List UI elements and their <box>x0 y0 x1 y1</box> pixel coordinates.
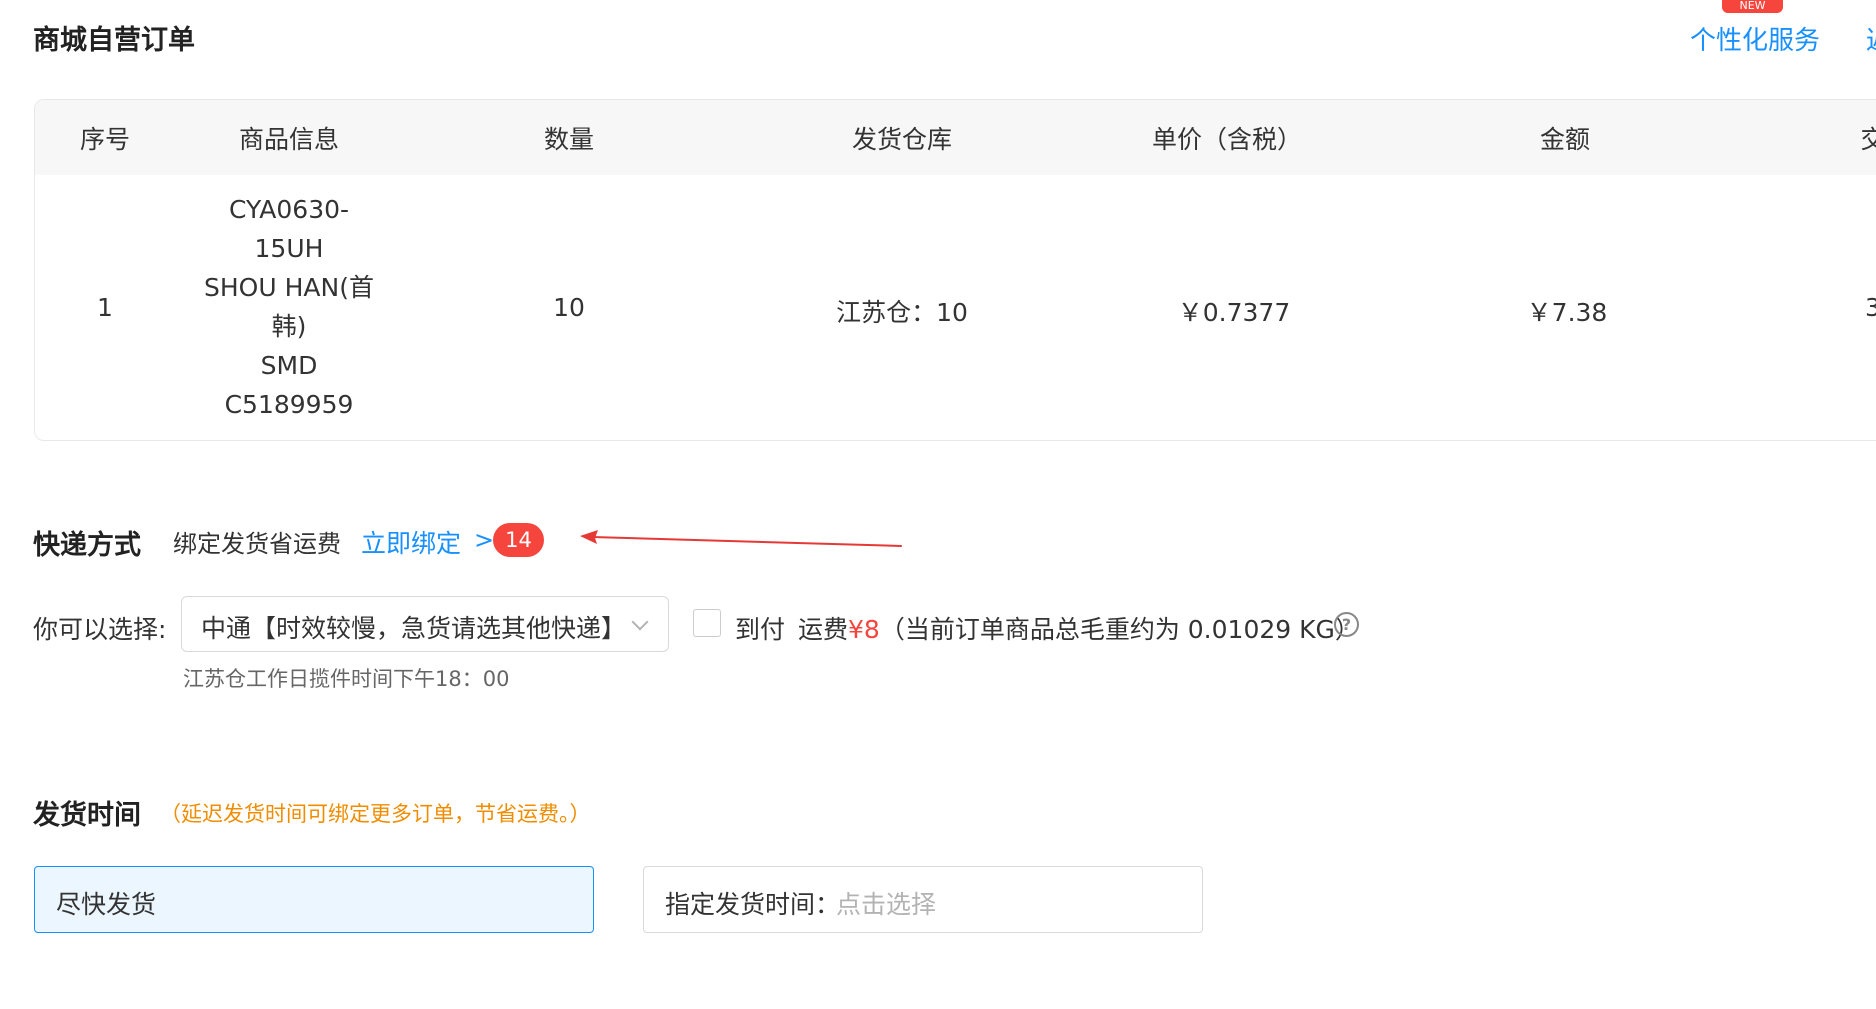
ship-appoint-option[interactable]: 指定发货时间： 点击选择 <box>643 866 1203 933</box>
chevron-down-icon <box>631 613 649 631</box>
table-header: 序号 商品信息 数量 发货仓库 单价（含税） 金额 交 <box>35 100 1876 175</box>
ship-time-section-title: 发货时间 <box>33 800 141 831</box>
bind-now-link[interactable]: 立即绑定 <box>361 524 461 560</box>
courier-select[interactable]: 中通【时效较慢，急货请选其他快递】 <box>181 596 669 652</box>
pickup-time-note: 江苏仓工作日揽件时间下午18：00 <box>183 667 510 691</box>
column-header-index: 序号 <box>79 125 131 154</box>
product-line: 15UH <box>254 234 324 263</box>
cod-checkbox[interactable] <box>693 609 721 637</box>
cell-warehouse: 江苏仓：10 <box>836 298 968 327</box>
column-header-quantity: 数量 <box>543 125 595 154</box>
column-header-cut-off: 交 <box>1860 120 1876 156</box>
cell-unit-price: ￥0.7377 <box>1177 298 1291 327</box>
column-header-warehouse: 发货仓库 <box>851 125 953 154</box>
cell-quantity: 10 <box>553 293 585 322</box>
weight-note: （当前订单商品总毛重约为 0.01029 KG） <box>879 615 1360 644</box>
annotation-arrow <box>580 530 902 547</box>
bind-shipping-text: 绑定发货省运费 <box>173 530 341 558</box>
header-link-cut-off[interactable]: 返 <box>1866 20 1876 57</box>
ship-time-hint: （延迟发货时间可绑定更多订单，节省运费。） <box>160 802 591 826</box>
cell-cut-off: 3 <box>1865 293 1876 322</box>
cell-index: 1 <box>97 293 113 322</box>
product-line: SMD <box>260 351 318 380</box>
column-header-unit-price: 单价（含税） <box>1151 125 1303 154</box>
page-title: 商城自营订单 <box>33 25 195 56</box>
cell-amount: ￥7.38 <box>1526 298 1608 327</box>
help-icon[interactable]: ? <box>1334 612 1359 637</box>
ship-appoint-label: 指定发货时间： <box>665 890 841 919</box>
cell-product-info: CYA0630- 15UH SHOU HAN(首 韩) SMD C5189959 <box>194 190 384 424</box>
cod-label[interactable]: 到付 <box>735 610 785 646</box>
column-header-product: 商品信息 <box>238 125 340 154</box>
new-badge: NEW <box>1722 0 1783 13</box>
column-header-amount: 金额 <box>1539 125 1591 154</box>
chevron-right-icon[interactable]: > <box>474 526 494 554</box>
bind-count-badge: 14 <box>493 523 544 557</box>
courier-select-value: 中通【时效较慢，急货请选其他快递】 <box>201 614 627 643</box>
ship-asap-label: 尽快发货 <box>56 890 157 919</box>
ship-appoint-placeholder: 点击选择 <box>836 890 937 919</box>
shipping-fee-line: 运费¥8（当前订单商品总毛重约为 0.01029 KG） <box>798 610 1360 646</box>
fee-prefix: 运费 <box>798 615 849 644</box>
choose-courier-label: 你可以选择: <box>33 615 167 644</box>
product-line: CYA0630- <box>228 195 350 224</box>
fee-value: ¥8 <box>848 615 880 644</box>
order-items-table: 序号 商品信息 数量 发货仓库 单价（含税） 金额 交 1 CYA0630- 1… <box>34 99 1876 441</box>
product-line: SHOU HAN(首 <box>204 273 374 302</box>
order-page: 商城自营订单 NEW 个性化服务 返 序号 商品信息 数量 发货仓库 单价（含税… <box>0 0 1876 1009</box>
personalized-service-link[interactable]: 个性化服务 <box>1690 20 1820 57</box>
product-line: C5189959 <box>224 390 354 419</box>
delivery-section-title: 快递方式 <box>33 530 141 561</box>
ship-asap-option[interactable]: 尽快发货 <box>34 866 594 933</box>
product-line: 韩) <box>271 312 307 341</box>
